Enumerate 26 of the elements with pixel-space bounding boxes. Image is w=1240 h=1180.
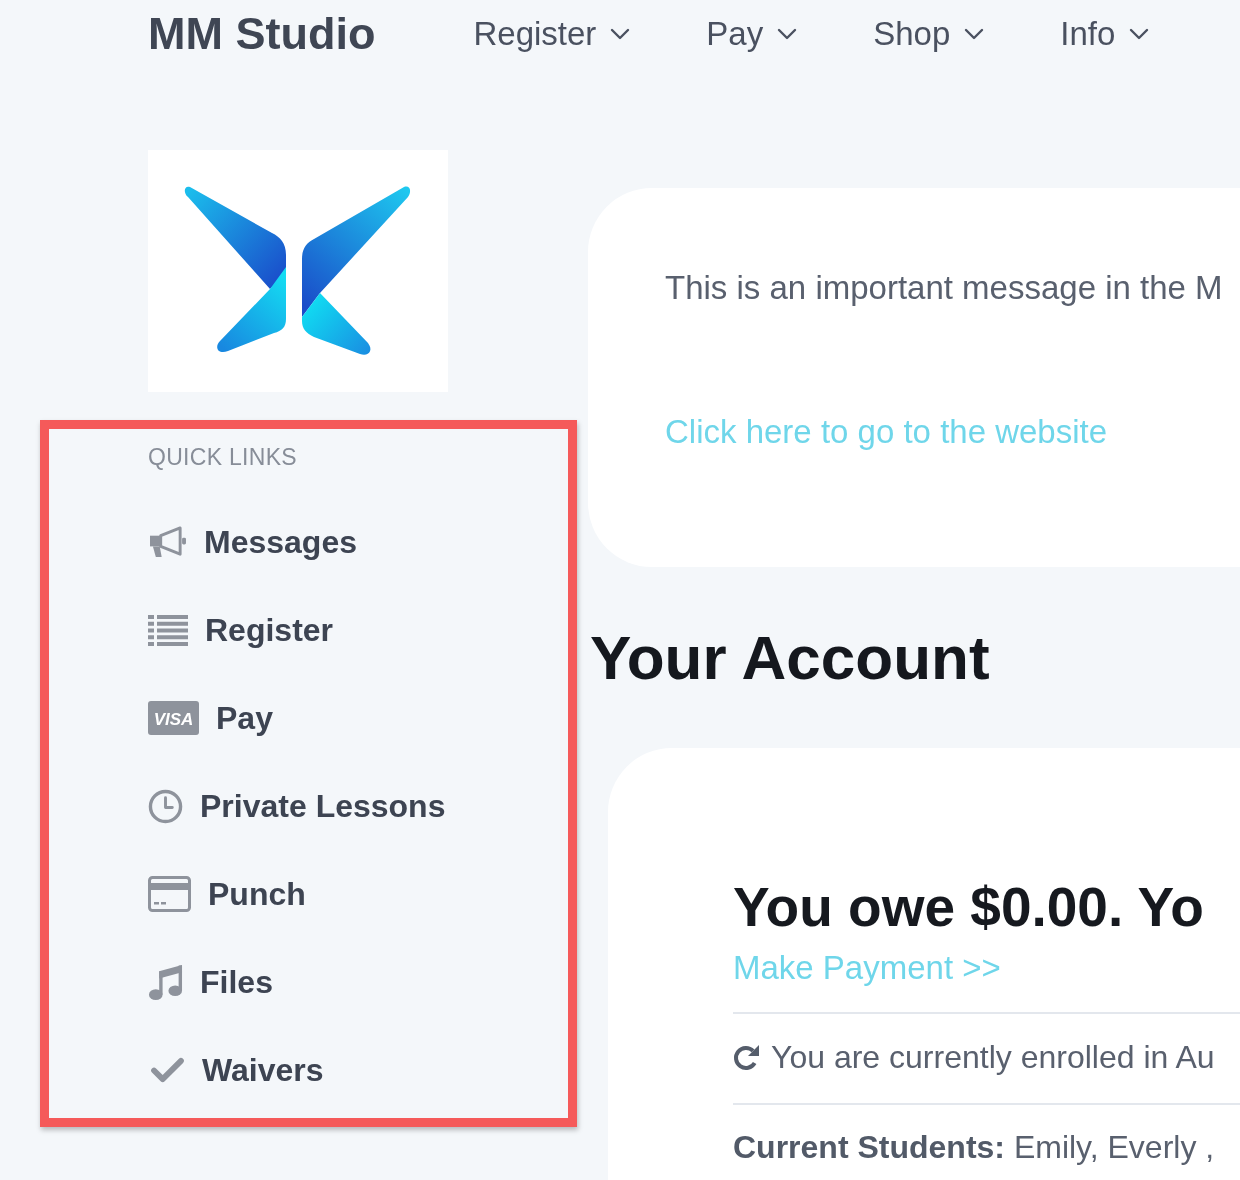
brand-name[interactable]: MM Studio: [148, 8, 376, 60]
sidebar-link[interactable]: Private Lessons: [148, 762, 446, 850]
megaphone-icon: [148, 524, 187, 560]
sidebar-link[interactable]: Waivers: [148, 1026, 324, 1114]
enrollment-text: You are currently enrolled in Au: [771, 1038, 1215, 1077]
visa-card-icon: VISA: [148, 701, 199, 735]
nav-menu-link[interactable]: Shop: [873, 14, 985, 54]
students-text: Current Students: Emily, Everly ,: [733, 1128, 1215, 1167]
list-icon: [148, 614, 188, 646]
quick-links-heading: QUICK LINKS: [148, 443, 297, 471]
message-text: This is an important message in the M: [665, 268, 1223, 308]
sidebar-link[interactable]: Messages: [148, 498, 357, 586]
nav-menu-link[interactable]: Register: [473, 14, 631, 54]
balance-heading: You owe $0.00. Yo: [733, 875, 1204, 939]
refresh-icon: [733, 1043, 761, 1071]
clock-icon: [148, 788, 183, 824]
nav-menu-link[interactable]: Info: [1060, 14, 1150, 54]
nav-menu-link[interactable]: Pay: [706, 14, 798, 54]
sidebar-link[interactable]: Files: [148, 938, 273, 1026]
sidebar-link[interactable]: VISA Pay: [148, 674, 273, 762]
sidebar-link[interactable]: Register: [148, 586, 334, 674]
music-note-icon: [148, 963, 183, 1001]
check-icon: [150, 1057, 185, 1083]
page-heading: Your Account: [590, 623, 990, 693]
credit-card-icon: [148, 876, 191, 912]
sidebar-link[interactable]: Punch: [148, 850, 306, 938]
